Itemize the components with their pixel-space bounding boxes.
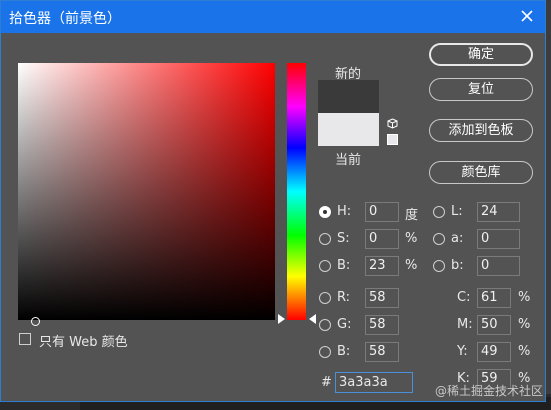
saturation-label: S: bbox=[337, 231, 350, 246]
blue-input[interactable]: 58 bbox=[365, 342, 399, 362]
hue-slider-handle-right[interactable] bbox=[309, 314, 316, 324]
yellow-label: Y: bbox=[457, 344, 468, 359]
cyan-label: C: bbox=[457, 290, 471, 305]
radio-lab-l[interactable] bbox=[433, 206, 445, 218]
brightness-input[interactable]: 23 bbox=[365, 256, 399, 276]
hue-label: H: bbox=[337, 204, 352, 219]
color-field[interactable] bbox=[18, 63, 275, 326]
hex-input[interactable]: 3a3a3a bbox=[335, 372, 413, 393]
out-of-gamut-cube-icon[interactable] bbox=[387, 118, 398, 129]
radio-brightness[interactable] bbox=[319, 260, 331, 272]
radio-red[interactable] bbox=[319, 292, 331, 304]
radio-saturation[interactable] bbox=[319, 233, 331, 245]
ok-button[interactable]: 确定 bbox=[429, 43, 533, 66]
radio-hue[interactable] bbox=[319, 206, 331, 218]
saturation-unit: % bbox=[405, 231, 418, 246]
web-colors-only-label: 只有 Web 颜色 bbox=[39, 335, 128, 350]
magenta-unit: % bbox=[518, 317, 531, 332]
color-field-marker[interactable] bbox=[31, 317, 40, 326]
radio-blue[interactable] bbox=[319, 346, 331, 358]
blue-label: B: bbox=[337, 344, 351, 359]
reset-button[interactable]: 复位 bbox=[429, 78, 533, 101]
lab-a-input[interactable]: 0 bbox=[477, 229, 520, 249]
green-label: G: bbox=[337, 317, 352, 332]
red-input[interactable]: 58 bbox=[365, 288, 399, 308]
magenta-input[interactable]: 50 bbox=[477, 315, 511, 335]
magenta-label: M: bbox=[457, 317, 473, 332]
yellow-input[interactable]: 49 bbox=[477, 342, 511, 362]
cyan-input[interactable]: 61 bbox=[477, 288, 511, 308]
web-safe-swatch-icon[interactable] bbox=[387, 134, 398, 145]
radio-green[interactable] bbox=[319, 319, 331, 331]
brightness-label: B: bbox=[337, 258, 351, 273]
green-input[interactable]: 58 bbox=[365, 315, 399, 335]
current-color-label: 当前 bbox=[335, 153, 362, 168]
hue-input[interactable]: 0 bbox=[365, 202, 399, 222]
hue-unit: 度 bbox=[405, 208, 419, 223]
color-picker-dialog: 拾色器（前景色） 新的 当前 确定 复位 添加到色板 颜色库 H: 0 度 S:… bbox=[0, 0, 546, 402]
hue-slider[interactable] bbox=[287, 63, 306, 320]
radio-lab-a[interactable] bbox=[433, 233, 445, 245]
radio-lab-b[interactable] bbox=[433, 260, 445, 272]
saturation-input[interactable]: 0 bbox=[365, 229, 399, 249]
web-colors-only-checkbox[interactable] bbox=[19, 333, 31, 345]
title-bar: 拾色器（前景色） bbox=[1, 1, 545, 33]
add-to-swatches-button[interactable]: 添加到色板 bbox=[429, 119, 533, 142]
lab-b-label: b: bbox=[451, 258, 464, 273]
color-libraries-button[interactable]: 颜色库 bbox=[429, 161, 533, 184]
close-icon[interactable] bbox=[517, 6, 537, 26]
yellow-unit: % bbox=[518, 344, 531, 359]
watermark: @稀土掘金技术社区 bbox=[435, 384, 544, 398]
lab-l-label: L: bbox=[451, 204, 463, 219]
current-color-swatch[interactable] bbox=[318, 113, 379, 146]
cyan-unit: % bbox=[518, 290, 531, 305]
lab-l-input[interactable]: 24 bbox=[477, 202, 520, 222]
lab-a-label: a: bbox=[451, 231, 464, 246]
new-color-swatch bbox=[318, 80, 379, 113]
red-label: R: bbox=[337, 290, 351, 305]
dialog-title: 拾色器（前景色） bbox=[9, 11, 121, 27]
brightness-unit: % bbox=[405, 258, 418, 273]
hue-slider-handle-left[interactable] bbox=[278, 314, 285, 324]
hex-label: # bbox=[321, 375, 332, 390]
lab-b-input[interactable]: 0 bbox=[477, 256, 520, 276]
